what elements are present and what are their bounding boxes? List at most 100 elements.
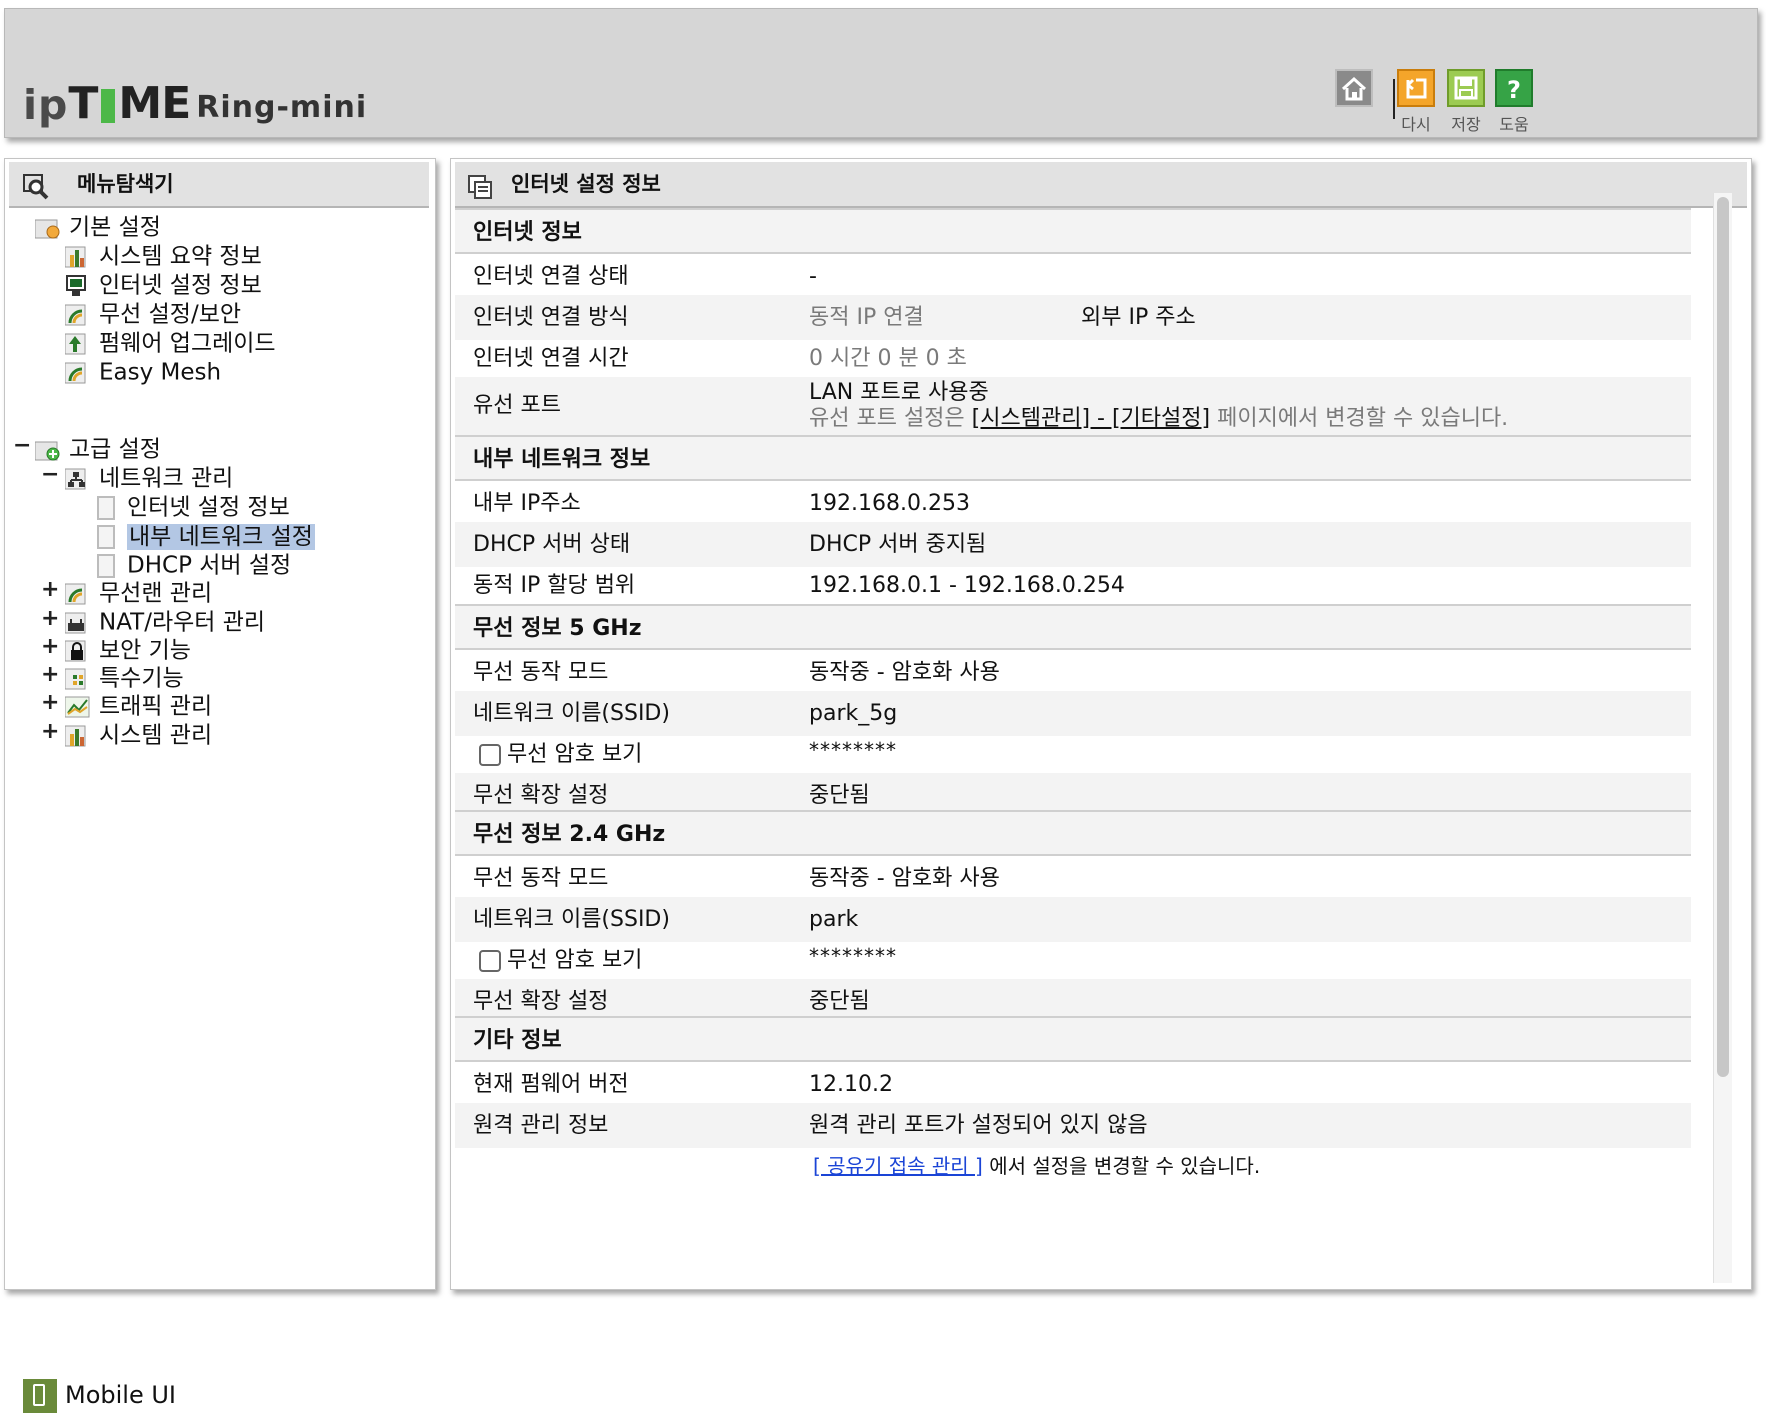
tree-item-firmware-upgrade[interactable]: 펌웨어 업그레이드 bbox=[64, 327, 276, 359]
home-button[interactable] bbox=[1335, 69, 1373, 107]
save-label: 저장 bbox=[1451, 115, 1481, 134]
show-password-24g[interactable]: 무선 암호 보기 bbox=[479, 938, 642, 983]
upgrade-icon bbox=[64, 332, 91, 356]
magnifier-icon bbox=[23, 171, 49, 200]
collapse-toggle[interactable]: − bbox=[13, 433, 31, 458]
tree-advanced-settings-label: 고급 설정 bbox=[69, 436, 161, 463]
expand-toggle[interactable]: + bbox=[41, 690, 59, 715]
expand-toggle[interactable]: + bbox=[41, 634, 59, 659]
row-dhcp-status: DHCP 서버 상태 DHCP 서버 중지됨 bbox=[455, 522, 1691, 567]
row-value: 동작중 - 암호화 사용 bbox=[809, 866, 1000, 891]
row-label: 인터넷 연결 방식 bbox=[473, 305, 629, 330]
tree-traffic-management[interactable]: 트래픽 관리 bbox=[64, 690, 212, 722]
tree-advanced-settings[interactable]: 고급 설정 bbox=[34, 433, 161, 465]
row-value: 원격 관리 포트가 설정되어 있지 않음 bbox=[809, 1113, 1148, 1138]
row-value: 192.168.0.1 - 192.168.0.254 bbox=[809, 573, 1125, 598]
folder-settings-icon bbox=[34, 216, 61, 240]
restart-icon bbox=[1397, 69, 1435, 107]
row-24g-ssid: 네트워크 이름(SSID) park bbox=[455, 897, 1691, 942]
note-text: 페이지에서 변경할 수 있습니다. bbox=[1210, 406, 1509, 431]
row-label: 인터넷 연결 시간 bbox=[473, 346, 629, 371]
row-wired-port: 유선 포트 LAN 포트로 사용중 유선 포트 설정은 [시스템관리] - [기… bbox=[455, 377, 1691, 435]
restart-button[interactable]: 다시 bbox=[1397, 69, 1435, 135]
tree-item-wireless-security[interactable]: 무선 설정/보안 bbox=[64, 298, 242, 330]
chart-icon bbox=[64, 245, 91, 269]
tree-item-internet-settings[interactable]: 인터넷 설정 정보 bbox=[97, 491, 290, 523]
tree-wireless-lan-management[interactable]: 무선랜 관리 bbox=[64, 577, 213, 609]
row-value: 동작중 - 암호화 사용 bbox=[809, 660, 1000, 685]
section-title: 무선 정보 5 GHz bbox=[473, 616, 642, 641]
section-title: 무선 정보 2.4 GHz bbox=[473, 822, 666, 847]
expand-toggle[interactable]: + bbox=[41, 719, 59, 744]
row-5g-ssid: 네트워크 이름(SSID) park_5g bbox=[455, 691, 1691, 736]
monitor-icon bbox=[65, 274, 91, 298]
row-label: 유선 포트 bbox=[473, 393, 561, 418]
tree-item-internet-info[interactable]: 인터넷 설정 정보 bbox=[65, 269, 262, 301]
content-panel: 인터넷 설정 정보 인터넷 정보 인터넷 연결 상태 - 인터넷 연결 방식 동… bbox=[450, 158, 1752, 1290]
tree-item-label: 무선 설정/보안 bbox=[99, 301, 242, 328]
help-icon: ? bbox=[1495, 69, 1533, 107]
show-password-5g-checkbox[interactable] bbox=[479, 744, 501, 766]
masked-password: ******** bbox=[809, 738, 897, 762]
mobile-ui-link[interactable]: Mobile UI bbox=[23, 1377, 176, 1413]
menu-explorer-header: 메뉴탐색기 bbox=[9, 162, 429, 208]
mobile-phone-icon bbox=[23, 1379, 57, 1413]
chart-icon bbox=[64, 724, 91, 748]
router-access-management-link[interactable]: [ 공유기 접속 관리 ] bbox=[813, 1154, 983, 1178]
row-value: - bbox=[809, 264, 817, 289]
checkbox-label: 무선 암호 보기 bbox=[507, 948, 643, 973]
document-icon bbox=[97, 495, 115, 520]
expand-toggle[interactable]: + bbox=[41, 606, 59, 631]
expand-toggle[interactable]: + bbox=[41, 577, 59, 602]
row-value: 192.168.0.253 bbox=[809, 491, 970, 516]
row-value: 12.10.2 bbox=[809, 1072, 893, 1097]
row-label: 내부 IP주소 bbox=[473, 491, 581, 516]
checkbox-label: 무선 암호 보기 bbox=[507, 742, 643, 767]
tree-item-label: 보안 기능 bbox=[99, 637, 191, 664]
tree-item-label: 펌웨어 업그레이드 bbox=[99, 330, 276, 357]
collapse-toggle[interactable]: − bbox=[41, 462, 59, 487]
mobile-ui-label: Mobile UI bbox=[65, 1381, 176, 1409]
svg-text:?: ? bbox=[1507, 76, 1521, 104]
home-icon bbox=[1335, 69, 1373, 107]
logo-model-text: Ring-mini bbox=[196, 90, 368, 125]
show-password-24g-checkbox[interactable] bbox=[479, 950, 501, 972]
tree-item-lan-settings-selected[interactable]: 내부 네트워크 설정 bbox=[97, 520, 315, 552]
row-internet-status: 인터넷 연결 상태 - bbox=[455, 254, 1691, 299]
system-settings-link[interactable]: [시스템관리] - [기타설정] bbox=[972, 406, 1210, 431]
tree-basic-settings[interactable]: 기본 설정 bbox=[34, 211, 161, 243]
tree-item-label: NAT/라우터 관리 bbox=[99, 609, 266, 636]
tree-item-system-summary[interactable]: 시스템 요약 정보 bbox=[64, 240, 262, 272]
section-wireless-5ghz: 무선 정보 5 GHz bbox=[455, 604, 1691, 650]
document-icon bbox=[97, 524, 115, 549]
section-internet-info: 인터넷 정보 bbox=[455, 208, 1691, 254]
save-button[interactable]: 저장 bbox=[1447, 69, 1485, 135]
wireless-icon bbox=[64, 582, 91, 606]
router-icon bbox=[64, 611, 91, 635]
vertical-scrollbar[interactable] bbox=[1713, 193, 1732, 1283]
help-button[interactable]: ? 도움 bbox=[1495, 69, 1533, 135]
tree-network-management[interactable]: 네트워크 관리 bbox=[64, 462, 234, 494]
content-header: 인터넷 설정 정보 bbox=[455, 162, 1747, 208]
tree-network-management-label: 네트워크 관리 bbox=[99, 465, 234, 492]
row-5g-password: 무선 암호 보기 ******** bbox=[455, 732, 1691, 777]
info-table: 인터넷 정보 인터넷 연결 상태 - 인터넷 연결 방식 동적 IP 연결 외부… bbox=[455, 208, 1693, 1284]
tree-item-easy-mesh[interactable]: Easy Mesh bbox=[64, 356, 221, 388]
expand-toggle[interactable]: + bbox=[41, 662, 59, 687]
window-icon bbox=[467, 171, 493, 199]
special-icon bbox=[64, 667, 91, 691]
tree-item-label: 무선랜 관리 bbox=[99, 580, 213, 607]
tree-item-label: 특수기능 bbox=[99, 665, 184, 692]
scrollbar-thumb[interactable] bbox=[1717, 197, 1729, 1077]
tree-basic-settings-label: 기본 설정 bbox=[69, 214, 161, 241]
top-header: ip T ME Ring-mini 다시 저장 ? 도움 bbox=[4, 8, 1758, 138]
logo-ip-text: ip bbox=[23, 81, 69, 129]
content-title: 인터넷 설정 정보 bbox=[511, 172, 661, 196]
remote-note: [ 공유기 접속 관리 ] 에서 설정을 변경할 수 있습니다. bbox=[813, 1144, 1260, 1189]
logo-green-bar bbox=[101, 89, 116, 123]
logo-t-text: T bbox=[68, 78, 99, 129]
row-label: 동적 IP 할당 범위 bbox=[473, 573, 636, 598]
row-dhcp-range: 동적 IP 할당 범위 192.168.0.1 - 192.168.0.254 bbox=[455, 563, 1691, 608]
tree-system-management[interactable]: 시스템 관리 bbox=[64, 719, 212, 751]
show-password-5g[interactable]: 무선 암호 보기 bbox=[479, 732, 642, 777]
